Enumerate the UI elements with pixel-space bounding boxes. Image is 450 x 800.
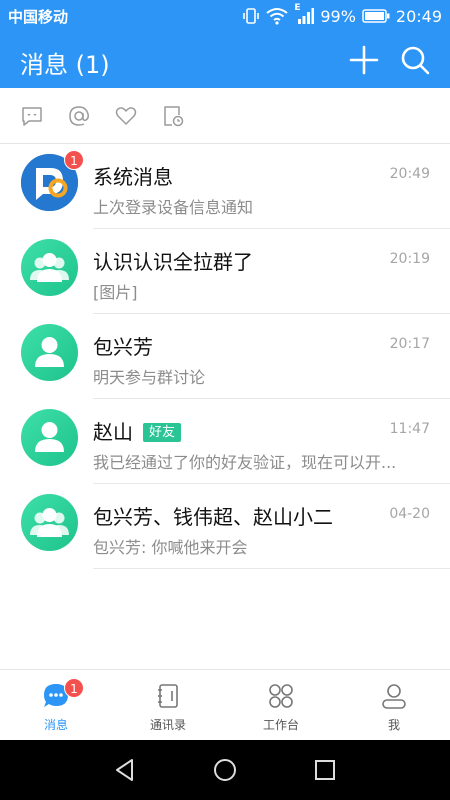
tab-workbench[interactable]: 工作台 bbox=[225, 670, 337, 741]
group-avatar-icon bbox=[30, 508, 69, 537]
page-title: 消息 (1) bbox=[20, 51, 110, 79]
conversation-time: 20:19 bbox=[389, 251, 430, 267]
conversation-name: 包兴芳、钱伟超、赵山小二 bbox=[93, 505, 333, 529]
friend-tag: 好友 bbox=[143, 423, 182, 442]
group-avatar-icon bbox=[30, 253, 69, 282]
vibrate-icon bbox=[242, 7, 260, 25]
network-type-label: E bbox=[294, 3, 301, 13]
avatar bbox=[21, 409, 78, 466]
unread-badge: 1 bbox=[64, 150, 84, 170]
back-triangle-icon bbox=[116, 759, 133, 781]
conversation-time: 04-20 bbox=[389, 506, 430, 522]
chat-bubble-filter[interactable] bbox=[20, 104, 44, 128]
profile-icon bbox=[382, 684, 406, 709]
tab-badge: 1 bbox=[64, 678, 84, 698]
at-icon bbox=[69, 106, 89, 126]
search-button[interactable] bbox=[399, 44, 431, 76]
person-avatar-icon bbox=[35, 337, 64, 367]
conversation-item[interactable]: 包兴芳 明天参与群讨论 20:17 bbox=[0, 314, 450, 399]
conversation-preview: 上次登录设备信息通知 bbox=[93, 198, 254, 217]
status-indicators: E 99% 20:49 bbox=[242, 3, 442, 27]
plus-icon bbox=[349, 45, 379, 75]
carrier-name: 中国移动 bbox=[8, 8, 69, 26]
reminder-filter[interactable] bbox=[161, 104, 185, 128]
search-icon bbox=[401, 46, 430, 75]
conversation-preview: 包兴芳: 你喊他来开会 bbox=[93, 538, 248, 557]
favorite-filter[interactable] bbox=[114, 104, 138, 128]
heart-icon bbox=[115, 107, 137, 125]
conversation-name: 包兴芳 bbox=[93, 335, 153, 359]
recents-button[interactable] bbox=[312, 757, 338, 783]
conversation-preview: [图片] bbox=[93, 283, 138, 302]
conversation-time: 20:17 bbox=[389, 336, 430, 352]
status-bar: 中国移动 E 99% 20:49 bbox=[0, 0, 450, 32]
filter-bar bbox=[0, 88, 450, 144]
home-circle-icon bbox=[214, 759, 236, 781]
conversation-name-row: 赵山 好友 bbox=[93, 416, 182, 445]
contacts-icon bbox=[158, 684, 178, 708]
add-button[interactable] bbox=[348, 44, 380, 76]
tab-me[interactable]: 我 bbox=[338, 670, 450, 741]
battery-icon bbox=[362, 8, 390, 24]
tab-contacts[interactable]: 通讯录 bbox=[112, 670, 224, 741]
conversation-name: 认识认识全拉群了 bbox=[93, 250, 253, 274]
home-button[interactable] bbox=[212, 757, 238, 783]
tab-messages[interactable]: 1 消息 bbox=[0, 670, 112, 741]
tab-label: 我 bbox=[387, 718, 400, 732]
person-avatar-icon bbox=[35, 422, 64, 452]
conversation-time: 11:47 bbox=[389, 421, 430, 437]
conversation-preview: 明天参与群讨论 bbox=[93, 368, 206, 387]
tab-label: 通讯录 bbox=[149, 718, 186, 732]
conversation-item[interactable]: 认识认识全拉群了 [图片] 20:19 bbox=[0, 229, 450, 314]
avatar bbox=[21, 324, 78, 381]
chat-bubble-icon bbox=[22, 107, 42, 126]
battery-percent: 99% bbox=[320, 6, 356, 26]
avatar bbox=[21, 239, 78, 296]
tab-label: 工作台 bbox=[262, 718, 299, 732]
avatar bbox=[21, 494, 78, 551]
clock: 20:49 bbox=[395, 6, 442, 26]
bottom-tab-bar: 1 消息 通讯录 工作台 我 bbox=[0, 669, 450, 740]
mention-filter[interactable] bbox=[67, 104, 91, 128]
wifi-icon bbox=[266, 7, 288, 25]
conversation-preview: 我已经通过了你的好友验证，现在可以开... bbox=[93, 453, 397, 472]
conversation-item[interactable]: 包兴芳、钱伟超、赵山小二 包兴芳: 你喊他来开会 04-20 bbox=[0, 484, 450, 569]
doc-clock-icon bbox=[164, 106, 184, 127]
divider bbox=[93, 568, 450, 569]
back-button[interactable] bbox=[112, 757, 138, 783]
app-header: 消息 (1) bbox=[0, 32, 450, 88]
conversation-item[interactable]: 赵山 好友 我已经通过了你的好友验证，现在可以开... 11:47 bbox=[0, 399, 450, 484]
cell-signal-icon: E bbox=[294, 3, 315, 25]
conversation-item[interactable]: 1 系统消息 上次登录设备信息通知 20:49 bbox=[0, 144, 450, 229]
recents-square-icon bbox=[315, 760, 335, 780]
conversation-name: 赵山 bbox=[93, 420, 133, 444]
workbench-icon bbox=[269, 684, 293, 708]
conversation-time: 20:49 bbox=[389, 166, 430, 182]
conversation-name: 系统消息 bbox=[93, 165, 173, 189]
system-nav-bar bbox=[0, 740, 450, 800]
tab-label: 消息 bbox=[43, 718, 68, 732]
